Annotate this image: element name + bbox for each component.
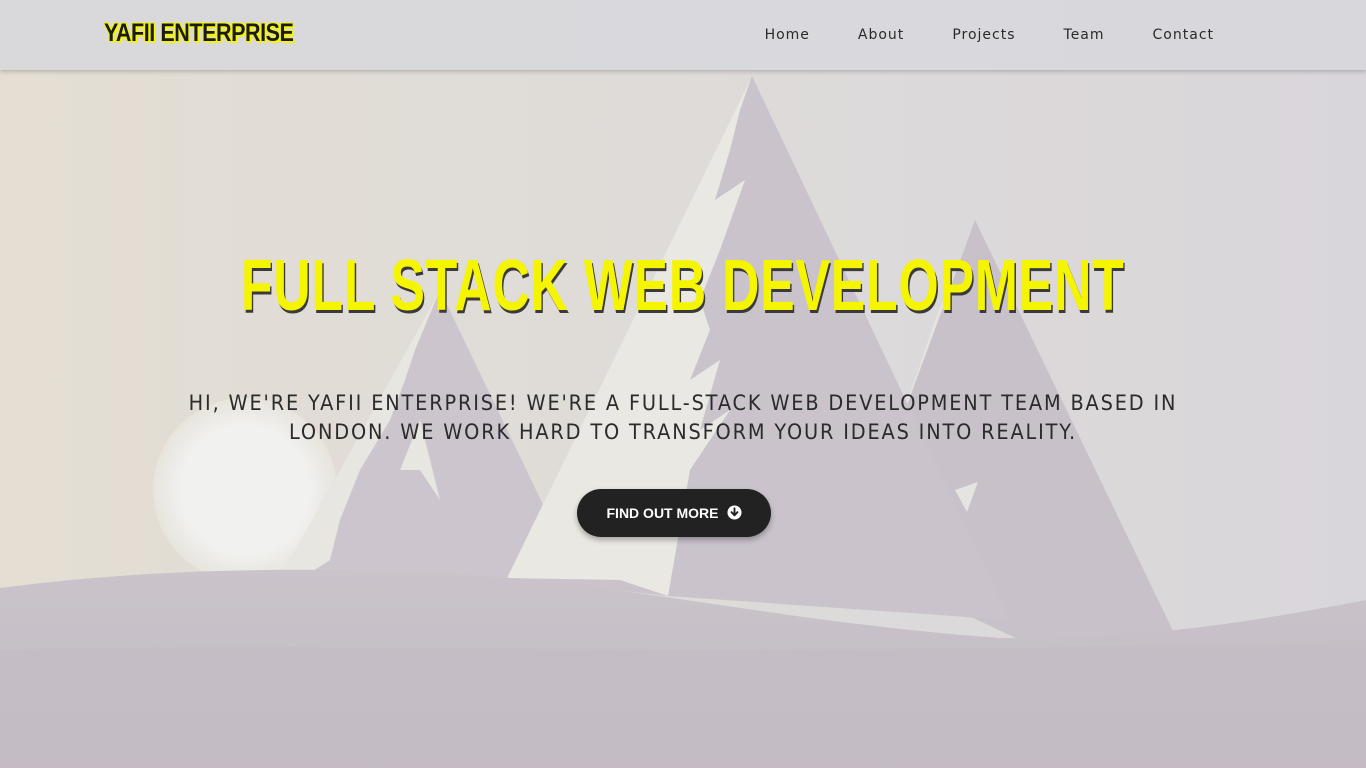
brand-logo[interactable]: YAFII ENTERPRISE xyxy=(104,18,294,48)
nav-link-projects[interactable]: Projects xyxy=(928,24,1039,46)
arrow-circle-down-icon xyxy=(726,504,742,520)
find-out-more-button[interactable]: FIND OUT MORE xyxy=(577,489,771,537)
nav-link-about[interactable]: About xyxy=(834,24,928,46)
find-out-more-label: FIND OUT MORE xyxy=(606,505,719,521)
nav-links: Home About Projects Team Contact xyxy=(741,24,1238,46)
nav-link-home[interactable]: Home xyxy=(741,24,834,46)
landing-page: YAFII ENTERPRISE Home About Projects Tea… xyxy=(0,0,1366,768)
hero-background-illustration xyxy=(0,0,1366,768)
hero-title-wrapper: FULL STACK WEB DEVELOPMENT xyxy=(0,244,1366,328)
nav-link-contact[interactable]: Contact xyxy=(1129,24,1238,46)
haze-overlay xyxy=(0,0,1366,768)
nav-link-team[interactable]: Team xyxy=(1040,24,1129,46)
hero-title: FULL STACK WEB DEVELOPMENT xyxy=(241,246,1125,326)
hero-subtitle: HI, WE'RE YAFII ENTERPRISE! WE'RE A FULL… xyxy=(188,391,1178,444)
top-navbar: YAFII ENTERPRISE Home About Projects Tea… xyxy=(0,0,1366,70)
